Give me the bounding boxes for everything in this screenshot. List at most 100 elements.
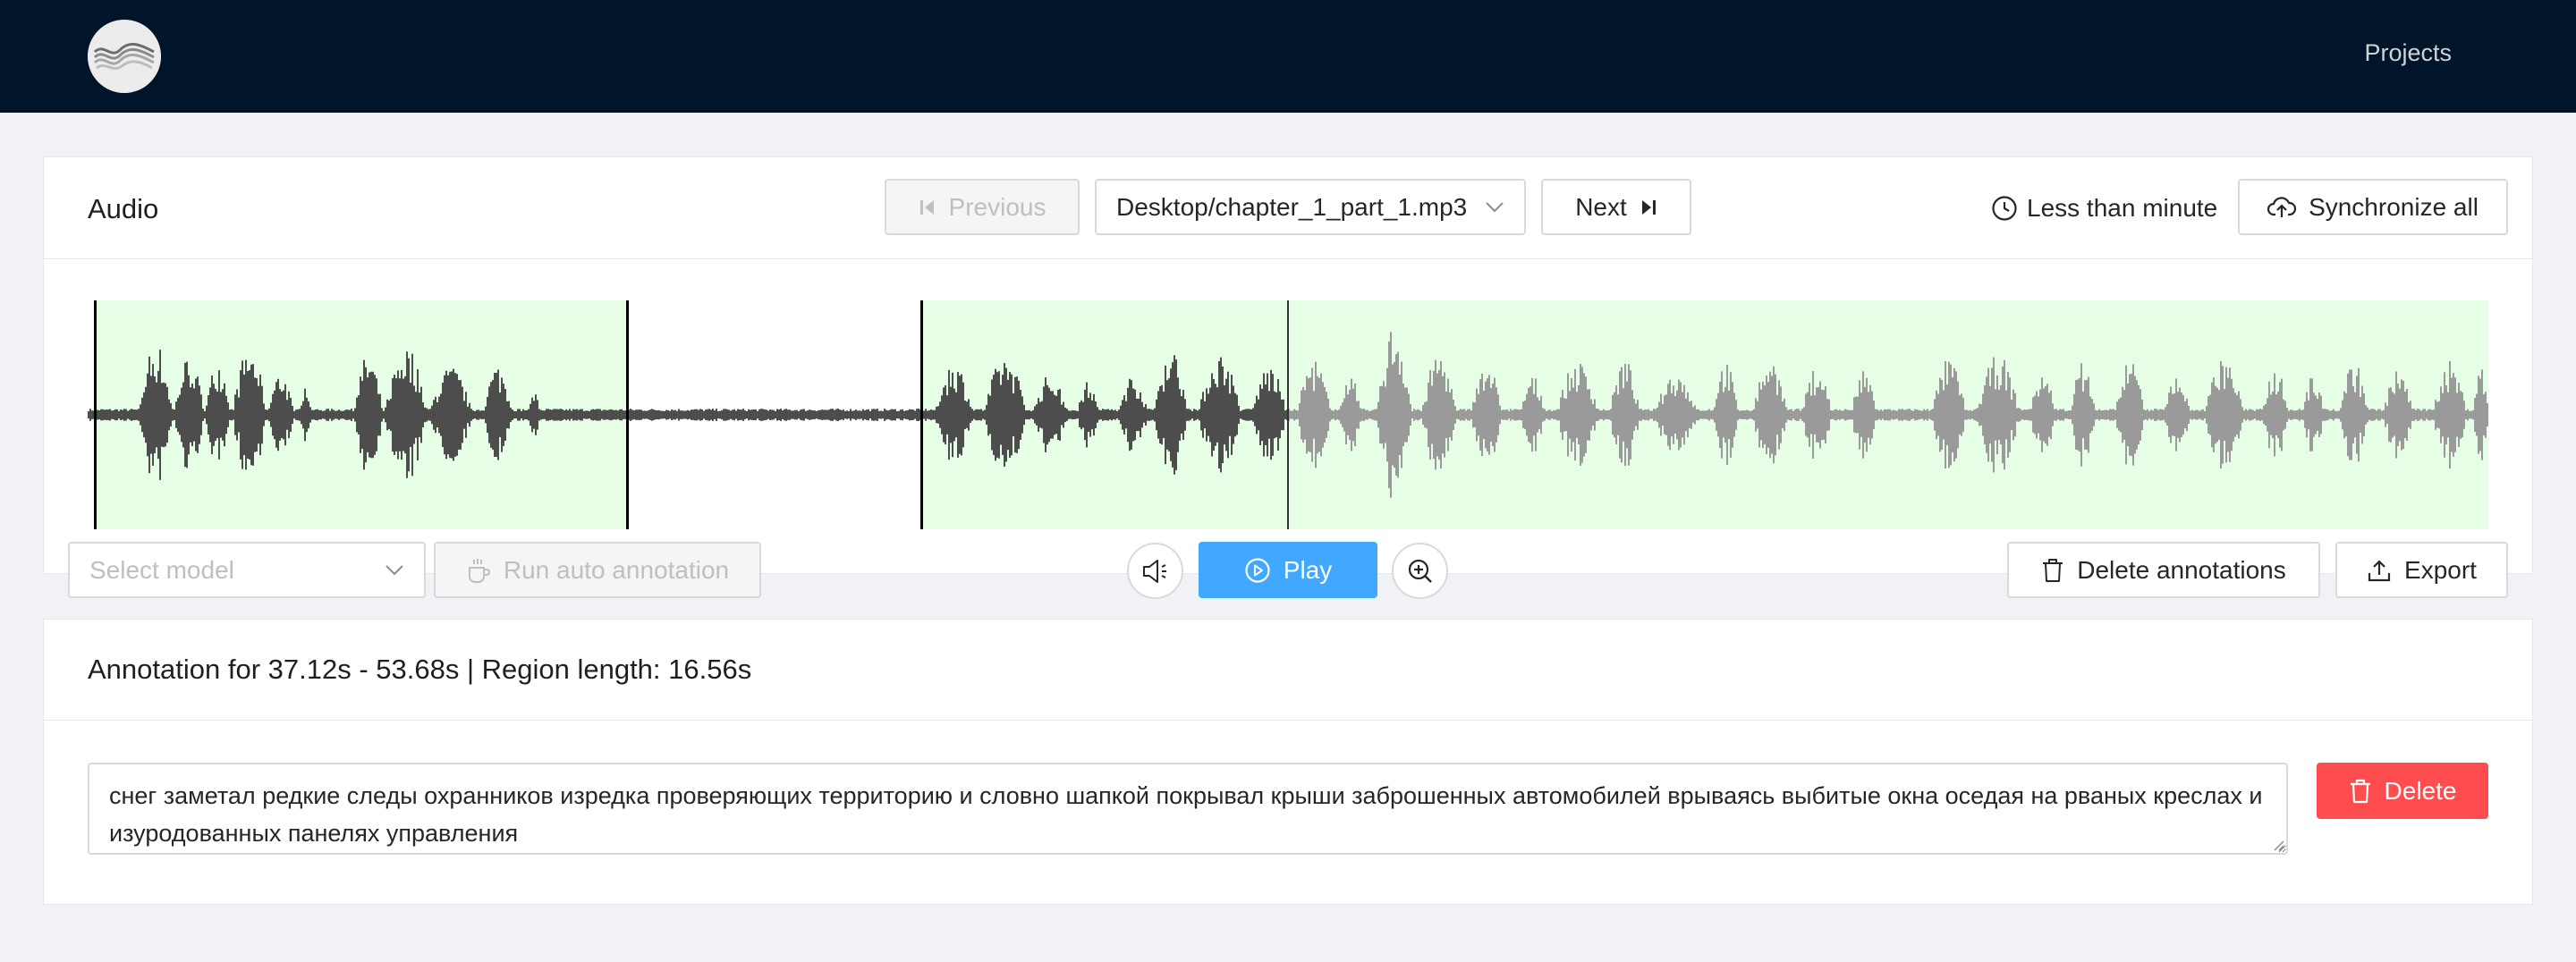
wave-bar bbox=[875, 409, 877, 421]
wave-bar bbox=[442, 382, 444, 448]
wave-bar bbox=[258, 385, 259, 444]
wave-bar bbox=[2283, 399, 2284, 431]
wave-bar bbox=[515, 410, 517, 419]
wave-bar bbox=[2435, 400, 2436, 430]
previous-button[interactable]: Previous bbox=[885, 179, 1080, 235]
wave-bar bbox=[1122, 400, 1123, 430]
wave-bar bbox=[547, 409, 549, 421]
nav-projects-link[interactable]: Projects bbox=[2364, 39, 2452, 67]
wave-bar bbox=[215, 388, 216, 442]
wave-bar bbox=[1903, 409, 1905, 420]
run-auto-annotation-button[interactable]: Run auto annotation bbox=[434, 542, 761, 598]
wave-bar bbox=[1504, 409, 1506, 420]
wave-bar bbox=[161, 383, 163, 447]
wave-bar bbox=[229, 409, 231, 420]
wave-bar bbox=[1107, 409, 1109, 421]
annotation-text-input[interactable]: снег заметал редкие следы охранников изр… bbox=[88, 763, 2288, 855]
wave-bar bbox=[252, 364, 254, 466]
wave-bar bbox=[1885, 409, 1887, 420]
wave-bar bbox=[893, 409, 894, 421]
wave-bar bbox=[2084, 380, 2086, 450]
wave-bar bbox=[558, 409, 560, 421]
wave-bar bbox=[2188, 405, 2190, 425]
wave-bar bbox=[1222, 366, 1224, 464]
wave-bar bbox=[2272, 391, 2274, 439]
wave-bar bbox=[1168, 378, 1170, 451]
wave-bar bbox=[748, 409, 750, 421]
zoom-in-button[interactable] bbox=[1392, 543, 1448, 599]
playback-cursor[interactable] bbox=[1287, 300, 1289, 529]
wave-bar bbox=[805, 410, 807, 419]
wave-bar bbox=[519, 409, 521, 421]
play-button[interactable]: Play bbox=[1199, 542, 1377, 598]
wave-bar bbox=[1601, 410, 1603, 419]
wave-logo-icon bbox=[88, 20, 161, 93]
wave-bar bbox=[284, 384, 286, 446]
wave-bar bbox=[1624, 363, 1626, 467]
model-select[interactable]: Select model bbox=[68, 542, 426, 598]
export-button[interactable]: Export bbox=[2335, 542, 2508, 598]
volume-button[interactable] bbox=[1127, 543, 1183, 599]
sound-icon bbox=[1141, 558, 1170, 585]
wave-bar bbox=[869, 410, 871, 419]
wave-bar bbox=[907, 409, 909, 420]
wave-bar bbox=[1669, 379, 1671, 451]
wave-bar bbox=[2038, 396, 2039, 434]
delete-annotations-button[interactable]: Delete annotations bbox=[2007, 542, 2320, 598]
wave-bar bbox=[2259, 409, 2261, 421]
wave-bar bbox=[2376, 410, 2377, 419]
wave-bar bbox=[1265, 384, 1267, 445]
wave-bar bbox=[1406, 387, 1408, 443]
previous-label: Previous bbox=[948, 192, 1046, 221]
app-logo[interactable] bbox=[88, 20, 161, 93]
wave-bar bbox=[1769, 371, 1771, 459]
wave-bar bbox=[1773, 366, 1775, 464]
wave-bar bbox=[1877, 409, 1878, 420]
synchronize-all-button[interactable]: Synchronize all bbox=[2238, 179, 2508, 235]
wave-bar bbox=[465, 392, 467, 438]
wave-bar bbox=[816, 410, 818, 419]
wave-bar bbox=[174, 409, 175, 420]
wave-bar bbox=[1633, 399, 1635, 431]
wave-bar bbox=[1562, 390, 1563, 440]
wave-bar bbox=[1436, 373, 1438, 457]
wave-bar bbox=[1267, 373, 1268, 457]
waveform[interactable] bbox=[88, 300, 2488, 529]
wave-bar bbox=[451, 371, 453, 459]
region-1-end-handle[interactable] bbox=[626, 300, 629, 529]
wave-bar bbox=[2394, 393, 2395, 436]
next-button[interactable]: Next bbox=[1541, 179, 1691, 235]
wave-bar bbox=[1025, 409, 1027, 420]
wave-bar bbox=[1615, 385, 1617, 444]
wave-bar bbox=[2106, 409, 2107, 420]
wave-bar bbox=[1469, 409, 1470, 421]
file-select[interactable]: Desktop/chapter_1_part_1.mp3 bbox=[1095, 179, 1526, 235]
region-2-start-handle[interactable] bbox=[920, 300, 923, 529]
wave-bar bbox=[796, 409, 798, 420]
wave-bar bbox=[601, 410, 603, 419]
wave-bar bbox=[1880, 409, 1882, 421]
wave-bar bbox=[1013, 393, 1014, 436]
wave-bar bbox=[533, 401, 535, 429]
wave-bar bbox=[1796, 409, 1798, 421]
wave-bar bbox=[1945, 361, 1946, 468]
wave-bar bbox=[2322, 409, 2324, 421]
wave-bar bbox=[2052, 403, 2054, 426]
wave-bar bbox=[419, 392, 420, 437]
delete-annotation-button[interactable]: Delete bbox=[2317, 763, 2488, 819]
wave-bar bbox=[894, 409, 896, 421]
wave-bar bbox=[1181, 396, 1182, 434]
wave-bar bbox=[512, 409, 513, 420]
wave-bar bbox=[1571, 377, 1572, 452]
wave-bar bbox=[1753, 409, 1755, 421]
resize-handle-icon[interactable] bbox=[2272, 839, 2284, 851]
wave-bar bbox=[2224, 389, 2225, 441]
waveform-canvas[interactable] bbox=[88, 300, 2488, 529]
wave-bar bbox=[544, 410, 546, 419]
wave-bar bbox=[1921, 410, 1923, 419]
wave-bar bbox=[1386, 367, 1388, 462]
region-1-start-handle[interactable] bbox=[94, 300, 97, 529]
wave-bar bbox=[1368, 410, 1370, 419]
wave-bar bbox=[760, 409, 762, 421]
wave-bar bbox=[501, 377, 503, 452]
